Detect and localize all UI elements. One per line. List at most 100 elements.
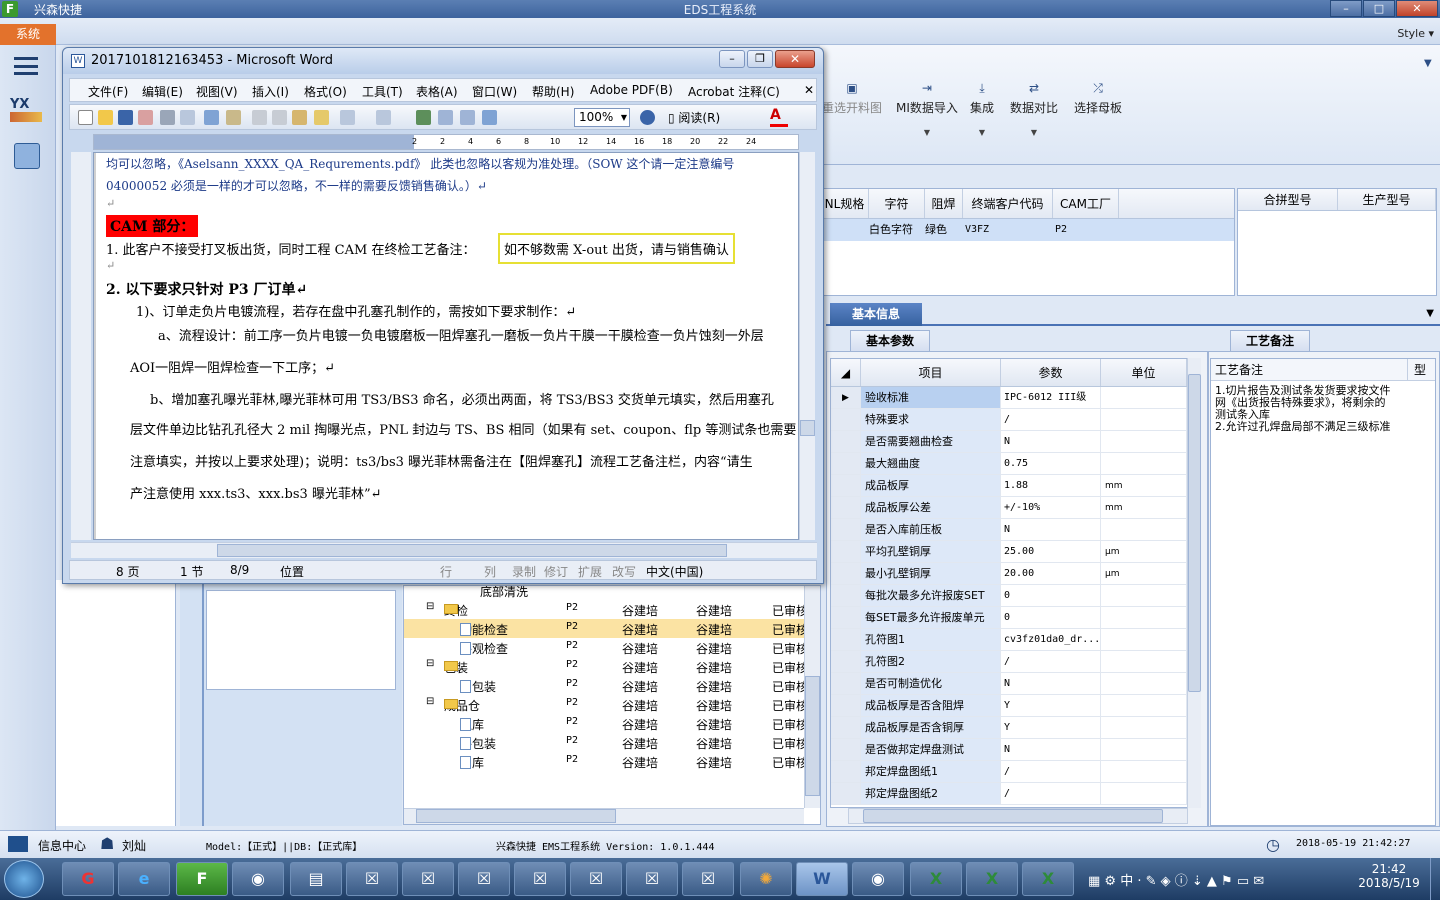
reselect-cut-chart-button[interactable]: ▣ 重选开料图 [822, 81, 882, 116]
taskbar-window-5[interactable]: ☒ [570, 862, 622, 896]
table-row[interactable]: 是否入库前压板 N [831, 519, 1199, 541]
tree-row[interactable]: ⊟ 成品仓 P2 谷建培 谷建培 已审核 [404, 695, 808, 714]
paste-icon[interactable] [292, 110, 307, 125]
collapse-icon[interactable]: ⊟ [426, 658, 434, 669]
menu-view[interactable]: 视图(V) [196, 83, 238, 100]
tree-row[interactable]: 外观检查 P2 谷建培 谷建培 已审核 [404, 638, 808, 657]
row-selector[interactable] [831, 739, 861, 760]
word-minimize-button[interactable]: – [719, 50, 745, 68]
param-value[interactable]: N [1001, 519, 1101, 540]
minimize-button[interactable]: – [1330, 0, 1362, 17]
word-restore-button[interactable]: ❐ [747, 50, 773, 68]
info-center-icon[interactable] [8, 836, 28, 852]
document-body[interactable]: 均可以忽略，《Aselsann_XXXX_QA_Requrements.pdf》… [93, 152, 799, 540]
col-param[interactable]: 参数 [1001, 359, 1101, 386]
taskbar-excel-2[interactable]: X [966, 862, 1018, 896]
ime-indicator[interactable]: 中 [1120, 874, 1133, 889]
status-language[interactable]: 中文(中国) [646, 563, 703, 580]
param-value[interactable]: 0 [1001, 607, 1101, 628]
row-selector[interactable] [831, 497, 861, 518]
status-track[interactable]: 修订 [544, 563, 568, 580]
row-selector[interactable] [831, 629, 861, 650]
taskbar-ie[interactable]: e [118, 862, 170, 896]
doc-map-icon[interactable] [482, 110, 497, 125]
tree-row[interactable]: 外包装 P2 谷建培 谷建培 已审核 [404, 733, 808, 752]
format-painter-icon[interactable] [314, 110, 329, 125]
menu-close-icon[interactable]: ✕ [804, 83, 814, 97]
copy-icon[interactable] [272, 110, 287, 125]
col-merge-model[interactable]: 合拼型号 [1238, 189, 1338, 210]
start-button[interactable] [4, 860, 44, 898]
word-close-button[interactable]: ✕ [775, 50, 815, 68]
col-unit[interactable]: 单位 [1101, 359, 1187, 386]
row-selector[interactable] [831, 673, 861, 694]
row-selector[interactable] [831, 519, 861, 540]
row-selector[interactable] [831, 453, 861, 474]
status-extend[interactable]: 扩展 [578, 563, 602, 580]
menu-format[interactable]: 格式(O) [304, 83, 347, 100]
table-row[interactable]: 白色字符 绿色 V3FZ P2 [821, 219, 1234, 241]
menu-edit[interactable]: 编辑(E) [142, 83, 183, 100]
param-value[interactable]: 0.75 [1001, 453, 1101, 474]
table-row[interactable]: 成品板厚 1.88 mm [831, 475, 1199, 497]
show-desktop-button[interactable] [1430, 858, 1440, 900]
system-tab[interactable]: 系统 [0, 24, 56, 45]
row-selector[interactable] [831, 651, 861, 672]
table-row[interactable]: 是否可制造优化 N [831, 673, 1199, 695]
tree-row[interactable]: 出库 P2 谷建培 谷建培 已审核 [404, 752, 808, 771]
yx-app-icon[interactable]: YX [10, 97, 42, 127]
menu-icon[interactable] [14, 57, 38, 75]
row-selector[interactable] [831, 695, 861, 716]
permission-icon[interactable] [138, 110, 153, 125]
taskbar-app-4[interactable]: ◉ [232, 862, 284, 896]
status-overtype[interactable]: 改写 [612, 563, 636, 580]
param-value[interactable]: +/-10% [1001, 497, 1101, 518]
row-selector[interactable] [831, 783, 861, 804]
param-value[interactable]: IPC-6012 III级 [1001, 387, 1101, 408]
taskbar-window-1[interactable]: ☒ [346, 862, 398, 896]
table-row[interactable]: 邦定焊盘图纸1/ [831, 761, 1199, 783]
cut-icon[interactable] [252, 110, 267, 125]
table-row[interactable]: 是否需要翘曲检查 N [831, 431, 1199, 453]
param-value[interactable]: 20.00 [1001, 563, 1101, 584]
redo-icon[interactable] [376, 110, 391, 125]
tab-basic-info[interactable]: 基本信息 [830, 303, 922, 326]
insert-table-icon[interactable] [460, 110, 475, 125]
help-icon[interactable] [640, 110, 655, 125]
tree-vscrollbar[interactable] [804, 586, 820, 808]
status-record[interactable]: 录制 [512, 563, 536, 580]
table-row[interactable]: 特殊要求 / [831, 409, 1199, 431]
tree-row[interactable]: 功能检查 P2 谷建培 谷建培 已审核 [404, 619, 808, 638]
param-value[interactable]: / [1001, 761, 1101, 782]
tree-row[interactable]: 内包装 P2 谷建培 谷建培 已审核 [404, 676, 808, 695]
open-icon[interactable] [98, 110, 113, 125]
system-tray[interactable]: ▦ ⚙ 中 · ✎ ◈ ⓘ ⇣ ▲ ⚑ ▭ ✉ [1088, 870, 1264, 889]
notes-text[interactable]: 1.切片报告及测试条发货要求按文件网《出货报告特殊要求》，将剩余的测试条入库 2… [1211, 381, 1395, 437]
doc-vscrollbar[interactable] [799, 152, 815, 540]
table-icon[interactable] [438, 110, 453, 125]
select-motherboard-button[interactable]: ⤮ 选择母板 [1074, 81, 1122, 116]
taskbar-word[interactable]: W [796, 862, 848, 896]
params-hscrollbar[interactable] [848, 808, 1188, 824]
col-item[interactable]: 项目 [861, 359, 1001, 386]
tab-process-notes[interactable]: 工艺备注 [1230, 330, 1310, 352]
param-value[interactable]: / [1001, 651, 1101, 672]
table-row[interactable]: 成品板厚是否含阻焊 Y [831, 695, 1199, 717]
row-selector[interactable] [831, 541, 861, 562]
table-row[interactable]: 孔符图1 cv3fz01da0_dr... [831, 629, 1199, 651]
taskbar-window-6[interactable]: ☒ [626, 862, 678, 896]
table-row[interactable]: 最小孔壁铜厚 20.00 μm [831, 563, 1199, 585]
menu-acrobat-comment[interactable]: Acrobat 注释(C) [688, 83, 780, 100]
mi-import-button[interactable]: ⇥ MI数据导入 ▼ [896, 81, 958, 137]
taskbar-app-1[interactable]: G [62, 862, 114, 896]
param-value[interactable]: N [1001, 739, 1101, 760]
taskbar-shell-app[interactable]: ✺ [740, 862, 792, 896]
taskbar-window-3[interactable]: ☒ [458, 862, 510, 896]
maximize-button[interactable]: □ [1363, 0, 1395, 17]
taskbar-eds[interactable]: F [176, 862, 228, 896]
table-row[interactable]: 最大翘曲度 0.75 [831, 453, 1199, 475]
chevron-down-icon[interactable]: ▼ [1426, 308, 1434, 319]
zoom-select[interactable]: 100% ▼ [574, 108, 630, 127]
print-icon[interactable] [160, 110, 175, 125]
taskbar-window-4[interactable]: ☒ [514, 862, 566, 896]
